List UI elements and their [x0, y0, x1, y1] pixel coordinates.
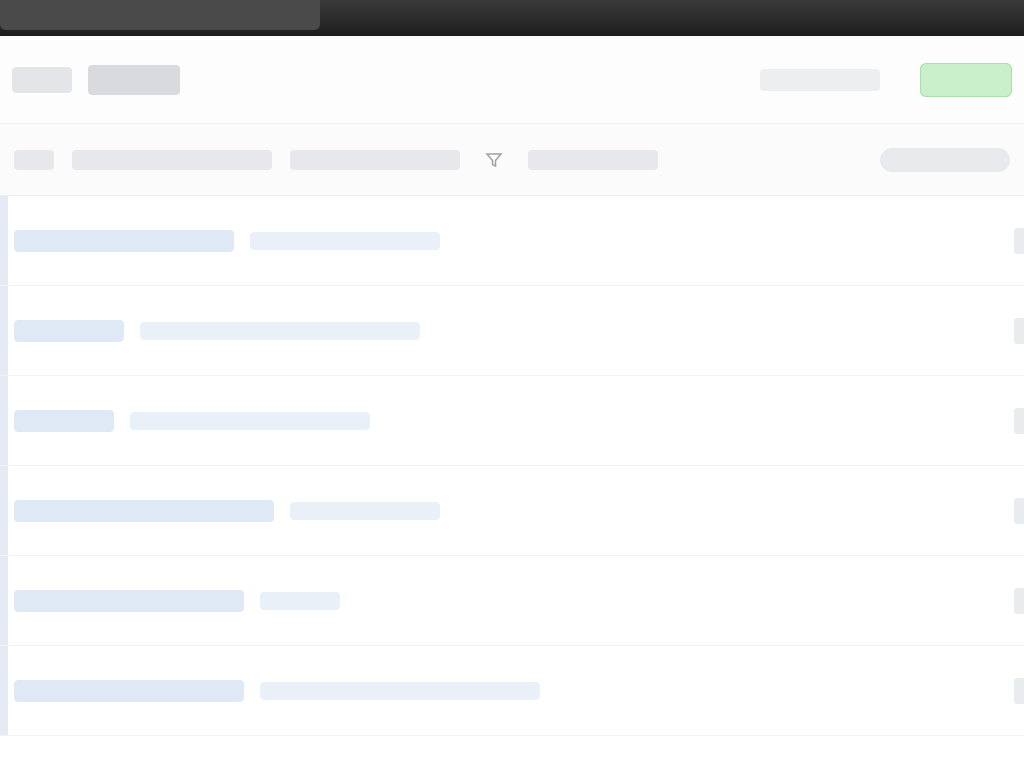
toolbar-item[interactable]	[14, 149, 54, 170]
logo-icon	[12, 66, 72, 93]
list-item[interactable]	[0, 286, 1024, 376]
app-header	[0, 36, 1024, 124]
list-item-subtitle	[260, 591, 340, 610]
toolbar-item[interactable]	[290, 149, 460, 170]
sort-dropdown[interactable]	[880, 147, 1010, 172]
list-item-meta	[1014, 227, 1024, 254]
browser-tab[interactable]	[0, 0, 320, 30]
logo-text	[88, 64, 180, 95]
item-list	[0, 196, 1024, 736]
list-item-meta	[1014, 587, 1024, 614]
list-item[interactable]	[0, 376, 1024, 466]
list-item-title[interactable]	[14, 679, 244, 702]
list-item[interactable]	[0, 466, 1024, 556]
list-item-meta	[1014, 317, 1024, 344]
logo-group[interactable]	[12, 64, 180, 95]
list-item-title[interactable]	[14, 319, 124, 342]
toolbar	[0, 124, 1024, 196]
primary-action-button[interactable]	[920, 62, 1012, 97]
list-item-subtitle	[250, 231, 440, 250]
list-item-subtitle	[130, 411, 370, 430]
list-item-title[interactable]	[14, 229, 234, 252]
list-item-subtitle	[260, 681, 540, 700]
list-item-meta	[1014, 407, 1024, 434]
filter-icon-glyph	[485, 152, 503, 167]
header-link[interactable]	[760, 68, 880, 91]
list-item-meta	[1014, 677, 1024, 704]
list-item-subtitle	[290, 501, 440, 520]
list-item[interactable]	[0, 646, 1024, 736]
filter-icon[interactable]	[478, 147, 510, 173]
list-item-meta	[1014, 497, 1024, 524]
list-item-title[interactable]	[14, 499, 274, 522]
list-item[interactable]	[0, 196, 1024, 286]
browser-chrome	[0, 0, 1024, 36]
list-item[interactable]	[0, 556, 1024, 646]
toolbar-item[interactable]	[72, 149, 272, 170]
toolbar-item[interactable]	[528, 149, 658, 170]
list-item-title[interactable]	[14, 589, 244, 612]
list-item-subtitle	[140, 321, 420, 340]
list-item-title[interactable]	[14, 409, 114, 432]
